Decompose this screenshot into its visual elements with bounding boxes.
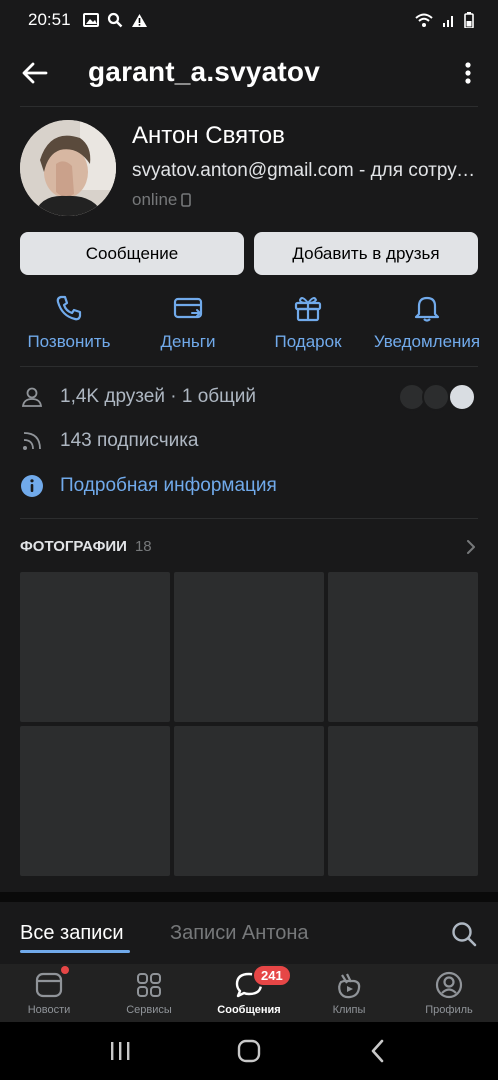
system-navigation-bar (0, 1022, 498, 1080)
back-arrow-icon[interactable] (20, 58, 50, 88)
back-nav-icon[interactable] (368, 1038, 388, 1064)
battery-icon (464, 12, 474, 28)
profile-icon (435, 971, 463, 999)
user-icon (21, 387, 43, 407)
news-icon (35, 972, 63, 998)
warning-icon (131, 13, 147, 27)
nav-profile[interactable]: Профиль (400, 970, 498, 1016)
nav-news[interactable]: Новости (0, 970, 98, 1016)
nav-services[interactable]: Сервисы (100, 970, 198, 1016)
card-icon (173, 297, 203, 319)
avatar-photo (20, 120, 116, 216)
photos-count: 18 (134, 538, 152, 555)
bottom-navigation: Новости Сервисы Сообщения 241 Клипы Проф… (0, 964, 498, 1022)
top-app-bar: garant_a.svyatov (0, 44, 498, 104)
wifi-icon (415, 13, 433, 27)
money-label: Деньги (160, 332, 216, 351)
search-status-icon (107, 12, 122, 28)
notifications-action[interactable]: Уведомления (372, 292, 482, 352)
gallery-icon (82, 13, 99, 27)
clips-icon (338, 973, 361, 999)
photo-tile[interactable] (20, 726, 170, 876)
nav-messages-label: Сообщения (217, 1004, 281, 1016)
signal-icon (443, 16, 453, 27)
gift-action[interactable]: Подарок (253, 292, 363, 352)
online-label: online (132, 190, 178, 209)
nav-services-label: Сервисы (126, 1004, 172, 1016)
photos-grid (20, 572, 480, 878)
status-bar: 20:51 (0, 0, 498, 40)
nav-clips-label: Клипы (332, 1004, 366, 1016)
photo-tile[interactable] (174, 572, 324, 722)
profile-status[interactable]: svyatov.anton@gmail.com - для сотрудниче… (132, 160, 482, 182)
tab-own-posts[interactable]: Записи Антона (170, 922, 309, 945)
messages-badge: 241 (252, 964, 292, 987)
search-icon[interactable] (450, 920, 478, 948)
nav-news-label: Новости (27, 1004, 71, 1016)
nav-profile-label: Профиль (425, 1004, 473, 1016)
photo-tile[interactable] (328, 572, 478, 722)
news-unread-dot (61, 966, 69, 974)
bell-icon (414, 296, 440, 322)
mutual-avatar (422, 383, 450, 411)
services-icon (137, 973, 161, 997)
more-vertical-icon[interactable] (458, 58, 478, 88)
friends-row[interactable]: 1,4K друзей · 1 общий (20, 385, 256, 409)
avatar[interactable] (20, 120, 116, 216)
photos-title: ФОТОГРАФИИ (20, 538, 127, 555)
add-friend-button[interactable]: Добавить в друзья (254, 232, 478, 275)
wall-tabs: Все записи Записи Антона (0, 902, 498, 964)
followers-count: 143 подписчика (60, 430, 199, 451)
actions-divider (20, 366, 478, 367)
status-time: 20:51 (28, 10, 71, 29)
nav-clips[interactable]: Клипы (300, 970, 398, 1016)
friends-count: 1,4K друзей · 1 общий (60, 386, 257, 407)
recent-apps-icon[interactable] (108, 1040, 132, 1062)
photo-tile[interactable] (174, 726, 324, 876)
details-link: Подробная информация (60, 475, 277, 496)
call-action[interactable]: Позвонить (14, 292, 124, 352)
home-icon[interactable] (236, 1038, 262, 1064)
mobile-icon (181, 193, 192, 207)
online-status: online (132, 190, 192, 210)
message-button[interactable]: Сообщение (20, 232, 244, 275)
phone-icon (56, 295, 82, 321)
info-divider (20, 518, 478, 519)
notifications-label: Уведомления (373, 332, 481, 351)
rss-icon (23, 432, 41, 450)
chevron-right-icon (467, 539, 475, 554)
money-action[interactable]: Деньги (133, 292, 243, 352)
mutual-avatar (448, 383, 476, 411)
page-title: garant_a.svyatov (88, 56, 320, 87)
active-tab-indicator (20, 950, 130, 953)
info-icon (21, 475, 43, 497)
details-row[interactable]: Подробная информация (20, 474, 277, 498)
gift-icon (294, 297, 322, 322)
call-label: Позвонить (27, 332, 111, 351)
gift-label: Подарок (274, 332, 342, 351)
section-separator (0, 892, 498, 902)
profile-name: Антон Святов (132, 122, 285, 149)
photo-tile[interactable] (20, 572, 170, 722)
followers-row[interactable]: 143 подписчика (20, 429, 199, 453)
photo-tile[interactable] (328, 726, 478, 876)
tab-all-posts[interactable]: Все записи (20, 922, 124, 945)
photos-header[interactable]: ФОТОГРАФИИ 18 (20, 538, 478, 555)
mutual-friends-avatars[interactable] (398, 383, 478, 411)
header-divider (20, 106, 478, 107)
